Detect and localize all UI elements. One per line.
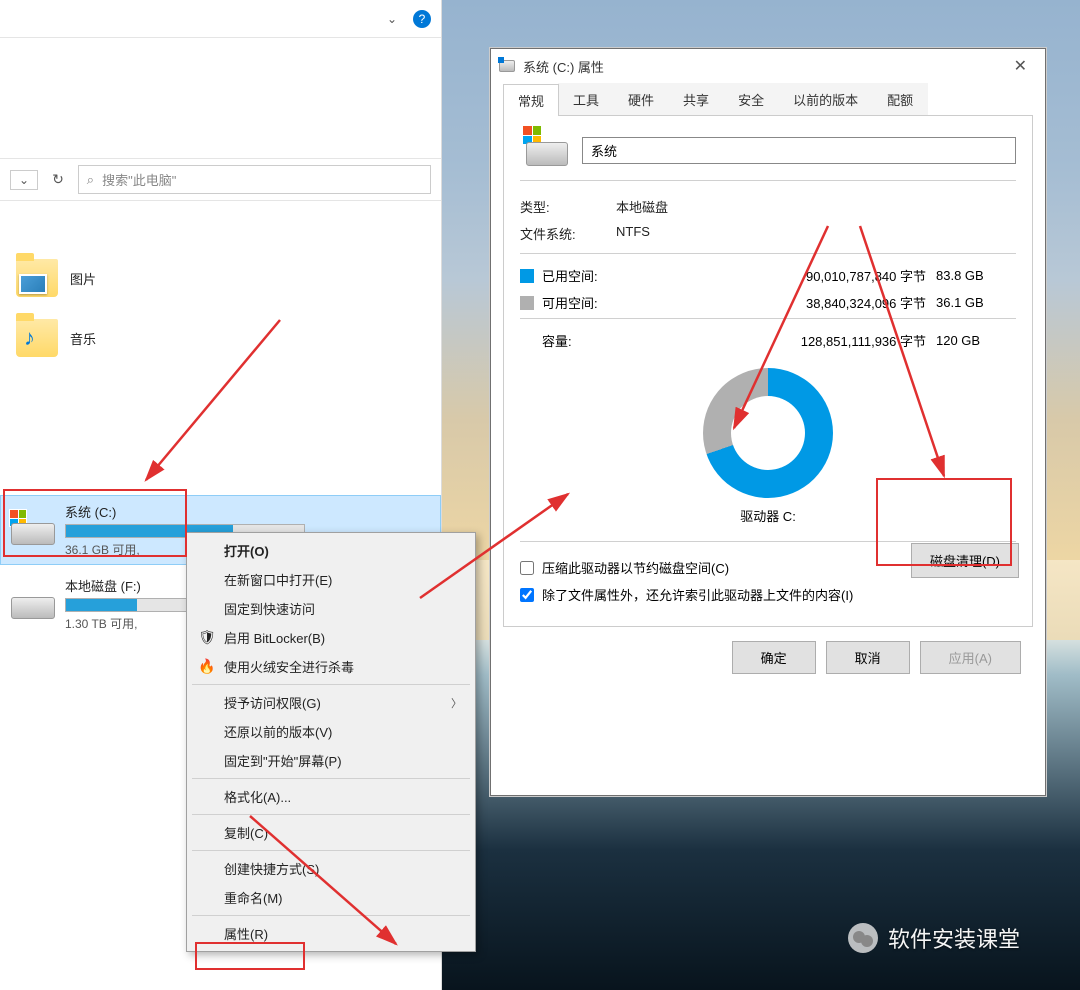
usage-donut-chart: [703, 368, 833, 498]
context-menu-item[interactable]: 授予访问权限(G)〉: [190, 688, 472, 717]
used-label: 已用空间:: [542, 266, 652, 285]
apply-button[interactable]: 应用(A): [920, 641, 1021, 674]
address-bar: ⌄ ↻ ⌕ 搜索"此电脑": [0, 158, 441, 201]
type-label: 类型:: [520, 197, 616, 216]
drive-icon: [11, 515, 55, 545]
folder-icon: ♪: [16, 319, 58, 357]
tab-2[interactable]: 硬件: [613, 83, 669, 115]
drive-icon: [11, 589, 55, 619]
used-bytes: 90,010,787,840 字节: [652, 266, 936, 285]
drive-label: 驱动器 C:: [520, 506, 1016, 525]
folder-music[interactable]: ♪ 音乐: [0, 311, 441, 365]
tab-5[interactable]: 以前的版本: [778, 83, 873, 115]
context-menu-item[interactable]: 打开(O): [190, 536, 472, 565]
compress-checkbox[interactable]: [520, 561, 534, 575]
context-menu-item[interactable]: 固定到快速访问: [190, 594, 472, 623]
drive-name: 系统 (C:): [65, 502, 430, 521]
context-menu-item[interactable]: 在新窗口中打开(E): [190, 565, 472, 594]
disk-cleanup-button[interactable]: 磁盘清理(D): [911, 543, 1019, 578]
context-menu-item[interactable]: 🛡启用 BitLocker(B): [190, 623, 472, 652]
tab-0[interactable]: 常规: [503, 84, 559, 116]
context-menu-item[interactable]: 格式化(A)...: [190, 782, 472, 811]
context-menu-item[interactable]: 创建快捷方式(S): [190, 854, 472, 883]
search-icon: ⌕: [87, 172, 94, 188]
context-menu-item[interactable]: 属性(R): [190, 919, 472, 948]
context-menu-item[interactable]: 复制(C): [190, 818, 472, 847]
tab-strip: 常规工具硬件共享安全以前的版本配额: [503, 83, 1033, 116]
compress-label: 压缩此驱动器以节约磁盘空间(C): [542, 558, 729, 577]
close-icon[interactable]: ✕: [1004, 52, 1037, 80]
cancel-button[interactable]: 取消: [826, 641, 910, 674]
properties-dialog: 系统 (C:) 属性 ✕ 常规工具硬件共享安全以前的版本配额 类型:本地磁盘 文…: [490, 48, 1046, 796]
tab-6[interactable]: 配额: [872, 83, 928, 115]
capacity-bytes: 128,851,111,936 字节: [652, 331, 936, 350]
ribbon-toggle-icon[interactable]: ⌄: [379, 8, 405, 30]
context-menu: 打开(O)在新窗口中打开(E)固定到快速访问🛡启用 BitLocker(B)🔥使…: [186, 532, 476, 952]
index-label: 除了文件属性外，还允许索引此驱动器上文件的内容(I): [542, 585, 853, 604]
breadcrumb-dropdown[interactable]: ⌄: [10, 170, 38, 190]
context-menu-item[interactable]: 固定到"开始"屏幕(P): [190, 746, 472, 775]
filesystem-value: NTFS: [616, 224, 650, 243]
ok-button[interactable]: 确定: [732, 641, 816, 674]
dialog-title: 系统 (C:) 属性: [523, 57, 604, 76]
index-checkbox[interactable]: [520, 588, 534, 602]
folder-label: 音乐: [70, 329, 96, 348]
search-placeholder: 搜索"此电脑": [102, 170, 176, 189]
capacity-label: 容量:: [542, 331, 652, 350]
drive-icon: [499, 60, 515, 72]
context-menu-item[interactable]: 还原以前的版本(V): [190, 717, 472, 746]
free-human: 36.1 GB: [936, 295, 1016, 310]
refresh-icon[interactable]: ↻: [44, 167, 72, 192]
wechat-icon: [848, 923, 878, 953]
drive-name-input[interactable]: [582, 137, 1016, 164]
help-icon[interactable]: ?: [413, 10, 431, 28]
watermark: 软件安装课堂: [848, 922, 1020, 954]
folder-icon: [16, 259, 58, 297]
free-swatch: [520, 296, 534, 310]
tab-1[interactable]: 工具: [558, 83, 614, 115]
context-menu-item[interactable]: 🔥使用火绒安全进行杀毒: [190, 652, 472, 681]
used-swatch: [520, 269, 534, 283]
tab-4[interactable]: 安全: [723, 83, 779, 115]
drive-icon-large: [526, 134, 568, 166]
free-label: 可用空间:: [542, 293, 652, 312]
used-human: 83.8 GB: [936, 268, 1016, 283]
type-value: 本地磁盘: [616, 197, 668, 216]
dialog-titlebar[interactable]: 系统 (C:) 属性 ✕: [491, 49, 1045, 83]
folder-pictures[interactable]: 图片: [0, 251, 441, 305]
free-bytes: 38,840,324,096 字节: [652, 293, 936, 312]
flame-icon: 🔥: [198, 658, 216, 675]
context-menu-item[interactable]: 重命名(M): [190, 883, 472, 912]
submenu-arrow-icon: 〉: [451, 695, 462, 711]
tab-3[interactable]: 共享: [668, 83, 724, 115]
capacity-human: 120 GB: [936, 333, 1016, 348]
filesystem-label: 文件系统:: [520, 224, 616, 243]
search-input[interactable]: ⌕ 搜索"此电脑": [78, 165, 431, 194]
shield-icon: 🛡: [198, 629, 216, 646]
folder-label: 图片: [70, 269, 96, 288]
